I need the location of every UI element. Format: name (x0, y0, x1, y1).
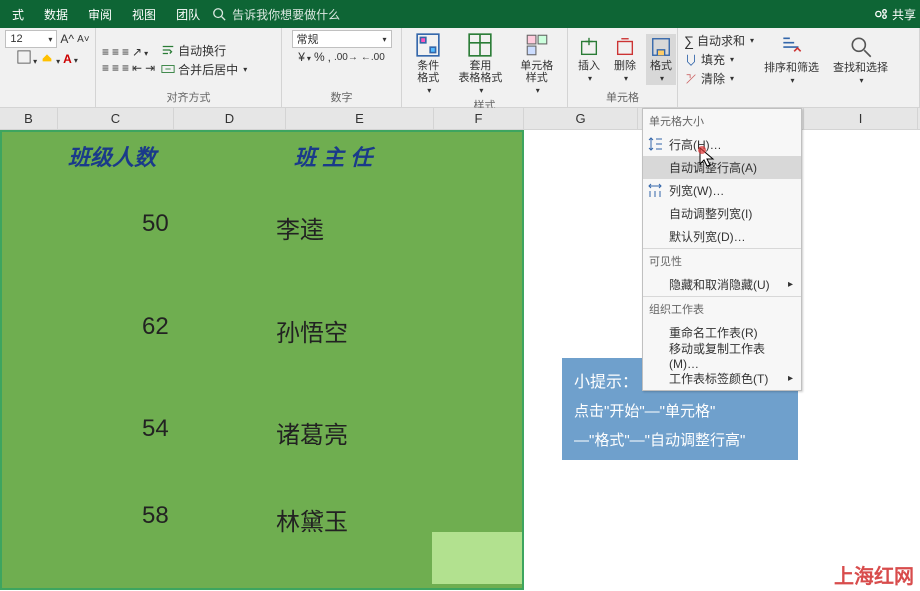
menu-section-header: 可见性 (643, 249, 801, 273)
decrease-font-icon[interactable]: A˅ (77, 34, 90, 45)
tab[interactable]: 数据 (36, 0, 76, 28)
fill-button[interactable]: 填充▾ (684, 51, 754, 68)
conditional-format-button[interactable]: 条件格式▾ (408, 30, 448, 97)
autosum-button[interactable]: ∑ 自动求和▾ (684, 32, 754, 49)
col-header[interactable]: B (0, 108, 58, 129)
data-cell: 林黛玉 (276, 502, 348, 537)
menu-item-hide-unhide[interactable]: 隐藏和取消隐藏(U)▸ (643, 273, 801, 296)
indent-decrease-icon[interactable]: ⇤ (132, 61, 142, 75)
hint-line: 点击"开始"—"单元格" (574, 400, 786, 421)
font-size-select[interactable]: 12▾ (5, 30, 57, 48)
tab[interactable]: 审阅 (80, 0, 120, 28)
col-header[interactable]: F (434, 108, 524, 129)
header-cell: 班级人数 (68, 140, 156, 172)
fill-color-icon[interactable]: ▾ (40, 50, 60, 67)
data-cell: 58 (142, 502, 169, 530)
col-width-icon (647, 182, 663, 198)
currency-icon[interactable]: ¥▾ (298, 50, 311, 64)
col-header[interactable]: E (286, 108, 434, 129)
data-cell: 李逵 (276, 210, 324, 245)
menu-item-autofit-row-height[interactable]: 自动调整行高(A) (643, 156, 801, 179)
format-table-button[interactable]: 套用 表格格式▾ (454, 30, 506, 97)
increase-font-icon[interactable]: A^ (60, 32, 74, 46)
col-header[interactable]: C (58, 108, 174, 129)
find-select-button[interactable]: 查找和选择▾ (829, 32, 892, 87)
number-format-select[interactable]: 常规▾ (292, 30, 392, 48)
menu-section-header: 组织工作表 (643, 297, 801, 321)
increase-decimal-icon[interactable]: .00→ (334, 52, 358, 63)
col-header[interactable]: D (174, 108, 286, 129)
menu-section-header: 单元格大小 (643, 109, 801, 133)
menu-item-col-width[interactable]: 列宽(W)… (643, 179, 801, 202)
wrap-text-button[interactable]: 自动换行 (161, 42, 247, 59)
align-bottom-icon[interactable]: ≡ (122, 45, 129, 59)
col-header[interactable]: I (804, 108, 918, 129)
clear-button[interactable]: 清除▾ (684, 70, 754, 87)
insert-button[interactable]: 插入▾ (574, 34, 604, 85)
cell-styles-button[interactable]: 单元格样式▾ (512, 30, 561, 97)
ribbon: 12▾ A^ A˅ ▾ ▾ A▾ ≡ ≡ ≡ ↗▾ ≡ (0, 28, 920, 108)
format-button[interactable]: 格式▾ (646, 34, 676, 85)
menu-item-row-height[interactable]: 行高(H)… (643, 133, 801, 156)
indent-increase-icon[interactable]: ⇥ (145, 61, 155, 75)
format-dropdown-menu: 单元格大小 行高(H)… 自动调整行高(A) 列宽(W)… 自动调整列宽(I) … (642, 108, 802, 391)
align-top-icon[interactable]: ≡ (102, 45, 109, 59)
data-cell: 62 (142, 313, 169, 341)
menu-item-move-copy-sheet[interactable]: 移动或复制工作表(M)… (643, 344, 801, 367)
align-middle-icon[interactable]: ≡ (112, 45, 119, 59)
col-header[interactable]: G (524, 108, 638, 129)
mouse-cursor-icon (698, 146, 718, 171)
data-cell: 孙悟空 (276, 313, 348, 348)
selection-range (0, 130, 524, 590)
row-height-icon (647, 136, 663, 152)
comma-icon[interactable]: , (328, 50, 331, 64)
tell-me-search[interactable]: 告诉我你想要做什么 (212, 6, 340, 23)
orientation-icon[interactable]: ↗▾ (132, 45, 148, 59)
delete-button[interactable]: 删除▾ (610, 34, 640, 85)
menu-item-tab-color[interactable]: 工作表标签颜色(T)▸ (643, 367, 801, 390)
header-cell: 班 主 任 (294, 140, 372, 172)
percent-icon[interactable]: % (314, 50, 325, 64)
ribbon-tabs: 式 数据 审阅 视图 团队 告诉我你想要做什么 (4, 0, 340, 28)
title-tabs: 式 数据 审阅 视图 团队 告诉我你想要做什么 共享 (0, 0, 920, 28)
merge-center-button[interactable]: 合并后居中▾ (161, 61, 247, 78)
hint-line: —"格式"—"自动调整行高" (574, 429, 786, 450)
menu-item-autofit-col-width[interactable]: 自动调整列宽(I) (643, 202, 801, 225)
font-color-icon[interactable]: A▾ (63, 52, 78, 66)
tab[interactable]: 式 (4, 0, 32, 28)
align-right-icon[interactable]: ≡ (122, 61, 129, 75)
data-cell: 54 (142, 415, 169, 443)
watermark-text: 上海红网 (834, 560, 914, 589)
menu-item-default-width[interactable]: 默认列宽(D)… (643, 225, 801, 248)
decrease-decimal-icon[interactable]: ←.00 (361, 52, 385, 63)
align-left-icon[interactable]: ≡ (102, 61, 109, 75)
data-cell: 诸葛亮 (276, 415, 348, 450)
border-icon[interactable]: ▾ (17, 50, 37, 67)
tab[interactable]: 视图 (124, 0, 164, 28)
sort-filter-button[interactable]: 排序和筛选▾ (760, 32, 823, 87)
share-button[interactable]: 共享 (874, 6, 916, 23)
data-cell: 50 (142, 210, 169, 238)
align-center-icon[interactable]: ≡ (112, 61, 119, 75)
tab[interactable]: 团队 (168, 0, 208, 28)
